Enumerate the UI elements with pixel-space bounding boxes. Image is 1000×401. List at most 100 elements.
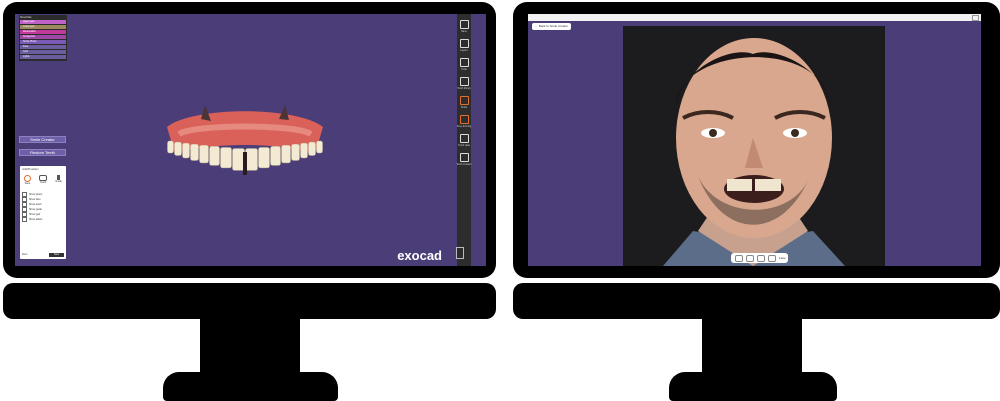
toolbar-item[interactable]: Layers <box>457 39 471 52</box>
tooth <box>190 143 199 161</box>
wizard-tabs: Face Teeth Guide <box>20 175 66 185</box>
tools-icon[interactable] <box>456 247 464 259</box>
toolbar-label: Layers <box>460 49 468 52</box>
right-monitor-foot <box>669 372 837 401</box>
object-panel-title: Show/hide <box>20 16 32 19</box>
wizard-next-button[interactable]: Next <box>49 253 64 257</box>
save-icon <box>459 20 469 29</box>
option-label: Show face <box>29 197 41 201</box>
toolbar-label: Tooth library <box>457 87 471 90</box>
patient-face <box>663 38 845 266</box>
wizard-title: Add/Position <box>22 166 39 171</box>
toolbar-item[interactable]: Tooth Creator <box>456 153 472 166</box>
toolbar-item[interactable]: Tooth library <box>457 77 471 90</box>
object-item[interactable]: Antagonist <box>20 35 66 39</box>
wizard-back-button[interactable]: Back <box>22 253 28 256</box>
smile-icon <box>459 96 469 105</box>
dental-arch-model[interactable] <box>145 94 345 184</box>
tooth <box>167 140 174 154</box>
toolbar-item[interactable]: Tools <box>457 58 471 71</box>
toolbar-label: Free-forming <box>456 125 472 128</box>
tooth <box>308 141 316 156</box>
front-view-icon[interactable] <box>734 254 743 262</box>
tooth <box>209 146 220 166</box>
tooth <box>199 145 209 164</box>
object-item[interactable]: Restoration <box>20 30 66 34</box>
exocad-logo: exocad <box>397 248 442 263</box>
option-label: Show guide <box>29 207 43 211</box>
top-bar <box>528 14 981 21</box>
toolbar-item[interactable]: Smile <box>457 96 471 109</box>
right-view-icon[interactable] <box>756 254 765 262</box>
mode-label: Face <box>779 256 786 260</box>
right-monitor-neck <box>702 318 802 373</box>
photo-view-screen: ← Back to Smile Creator Face <box>528 14 981 266</box>
layers-icon <box>459 39 469 48</box>
tooth-icon <box>459 153 469 162</box>
object-item[interactable]: Upper jaw <box>20 20 66 24</box>
object-item[interactable]: Lower jaw <box>20 25 66 29</box>
left-monitor-chin <box>3 283 496 319</box>
library-icon <box>459 77 469 86</box>
object-panel[interactable]: Show/hide Upper jaw Lower jaw Restoration A… <box>19 15 67 61</box>
tab-teeth[interactable]: Teeth <box>39 175 48 185</box>
left-view-icon[interactable] <box>745 254 754 262</box>
toolbar-label: Tooth Creator <box>456 163 472 166</box>
left-monitor-neck <box>200 318 300 373</box>
object-item[interactable]: Grid <box>20 50 66 54</box>
exocad-screen: Show/hide Upper jaw Lower jaw Restoration A… <box>15 14 486 266</box>
toolbar-item[interactable]: Tooth data <box>457 134 471 147</box>
tooth <box>174 141 182 156</box>
left-monitor-foot <box>163 372 338 401</box>
tooth <box>281 145 291 164</box>
face-tab-icon <box>24 175 32 182</box>
wizard-option[interactable]: Show guide <box>22 206 64 212</box>
back-to-smile-creator-button[interactable]: ← Back to Smile Creator <box>532 23 572 30</box>
wizard-option[interactable]: Show face <box>22 196 64 202</box>
wizard-option[interactable]: Show photo <box>22 191 64 197</box>
tooth <box>232 148 245 171</box>
tooth <box>316 140 323 154</box>
close-icon[interactable] <box>972 15 979 21</box>
tooth <box>245 148 258 171</box>
option-label: Show teeth <box>29 202 42 206</box>
tools-icon <box>459 58 469 67</box>
toolbar-label: Tools <box>461 68 467 71</box>
option-label: Show photo <box>29 192 43 196</box>
tooth <box>270 146 281 166</box>
toolbar-item[interactable]: Save <box>457 20 471 33</box>
toolbar-label: Save <box>461 30 467 33</box>
tooth <box>220 147 232 169</box>
object-list: Upper jaw Lower jaw Restoration Antagonist S… <box>20 20 66 59</box>
step-smile-creator[interactable]: Smile Creator <box>19 136 66 143</box>
wizard-option[interactable]: Show labels <box>22 216 64 222</box>
hand-icon <box>459 115 469 124</box>
option-label: Show grid <box>29 212 41 216</box>
checkbox[interactable] <box>22 216 27 222</box>
object-item[interactable]: Lights <box>20 55 66 59</box>
toolbar-label: Smile <box>460 106 468 109</box>
clipboard-icon <box>459 134 469 143</box>
tooth <box>300 142 308 159</box>
toolbar-item[interactable]: Free-forming <box>457 115 471 128</box>
toolbar-label: Tooth data <box>458 144 470 147</box>
object-item[interactable]: Face <box>20 45 66 49</box>
wizard-options: Show photo Show face Show teeth Show guide S… <box>20 189 66 224</box>
exocad-toolbar: Save Layers Tools Tooth library Smile Free-fo… <box>456 14 472 266</box>
midline-gap <box>243 152 247 175</box>
wizard-option[interactable]: Show grid <box>22 211 64 217</box>
tilt-view-icon[interactable] <box>767 254 776 262</box>
tab-guide[interactable]: Guide <box>55 175 62 185</box>
right-monitor-chin <box>513 283 1000 319</box>
tooth <box>291 143 300 161</box>
tab-face[interactable]: Face <box>24 175 32 185</box>
wizard-panel: Add/Position Face Teeth Guide Show photo… <box>20 166 66 259</box>
tooth <box>182 142 190 159</box>
option-label: Show labels <box>29 217 43 221</box>
view-controls: Face <box>731 253 788 263</box>
wizard-option[interactable]: Show teeth <box>22 201 64 207</box>
tooth <box>258 147 270 169</box>
object-item[interactable]: Smile Photo <box>20 40 66 44</box>
portrait-photo <box>623 26 885 266</box>
step-restore-teeth[interactable]: Restore Teeth <box>19 149 66 156</box>
